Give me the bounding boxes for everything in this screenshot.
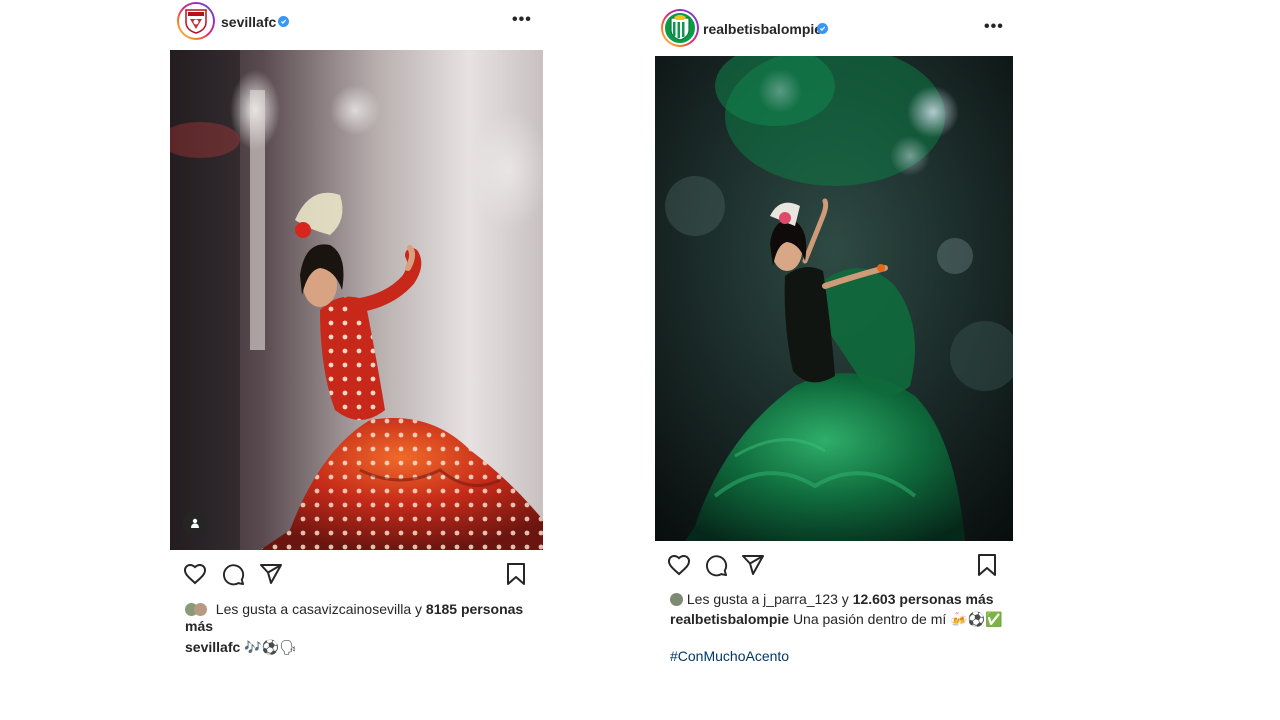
likes-connector: y — [841, 591, 849, 607]
post-realbetisbalompie: realbetisbalompie ••• Les gusta a j_parr… — [655, 6, 1013, 676]
flamenco-doll-green-image — [655, 56, 1013, 541]
heart-icon[interactable] — [667, 554, 691, 581]
post-actions — [655, 552, 1013, 582]
avatar[interactable] — [177, 2, 215, 40]
comment-icon[interactable] — [222, 563, 245, 591]
liker-avatar — [194, 603, 207, 616]
post-header: sevillafc ••• — [170, 0, 543, 46]
caption: sevillafc 🎶⚽️🗣 — [185, 639, 297, 656]
liker-username[interactable]: casavizcainosevilla — [292, 601, 411, 617]
verified-badge-icon — [278, 16, 289, 27]
likes-connector: y — [415, 601, 423, 617]
comment-icon[interactable] — [705, 554, 728, 582]
liker-avatar — [670, 593, 683, 606]
share-icon[interactable] — [741, 554, 765, 581]
caption-username[interactable]: sevillafc — [185, 639, 240, 655]
betis-crest-icon — [670, 15, 690, 41]
post-header: realbetisbalompie ••• — [655, 6, 1013, 52]
more-options-icon[interactable]: ••• — [984, 18, 1004, 36]
post-username[interactable]: sevillafc — [221, 14, 276, 30]
likes-prefix: Les gusta a — [686, 591, 760, 607]
bookmark-icon[interactable] — [506, 563, 526, 591]
heart-icon[interactable] — [183, 563, 207, 590]
liker-username[interactable]: j_parra_123 — [763, 591, 838, 607]
likes-count[interactable]: 12.603 personas más — [853, 591, 994, 607]
post-username[interactable]: realbetisbalompie — [703, 21, 822, 37]
likes-text: Les gusta a j_parra_123 y 12.603 persona… — [670, 591, 1005, 608]
caption-username[interactable]: realbetisbalompie — [670, 611, 789, 627]
post-actions — [170, 561, 543, 591]
sevilla-crest-icon — [185, 9, 207, 34]
avatar[interactable] — [661, 9, 699, 47]
post-photo[interactable] — [170, 50, 543, 550]
caption-text: 🎶⚽️🗣 — [244, 639, 297, 655]
caption: realbetisbalompie Una pasión dentro de m… — [670, 611, 1010, 628]
post-photo[interactable] — [655, 56, 1013, 541]
hashtag-link[interactable]: #ConMuchoAcento — [670, 648, 789, 664]
bookmark-icon[interactable] — [977, 554, 997, 582]
likes-text: Les gusta a casavizcainosevilla y 8185 p… — [185, 601, 530, 635]
tag-user-icon[interactable] — [183, 511, 207, 535]
likes-prefix: Les gusta a — [215, 601, 289, 617]
caption-text: Una pasión dentro de mí 🍻⚽️✅ — [792, 611, 1003, 627]
more-options-icon[interactable]: ••• — [512, 11, 532, 29]
verified-badge-icon — [817, 23, 828, 34]
flamenco-doll-red-image — [170, 50, 543, 550]
post-sevillafc: sevillafc ••• Les gusta a casavizcainose… — [170, 0, 543, 670]
share-icon[interactable] — [259, 563, 283, 590]
